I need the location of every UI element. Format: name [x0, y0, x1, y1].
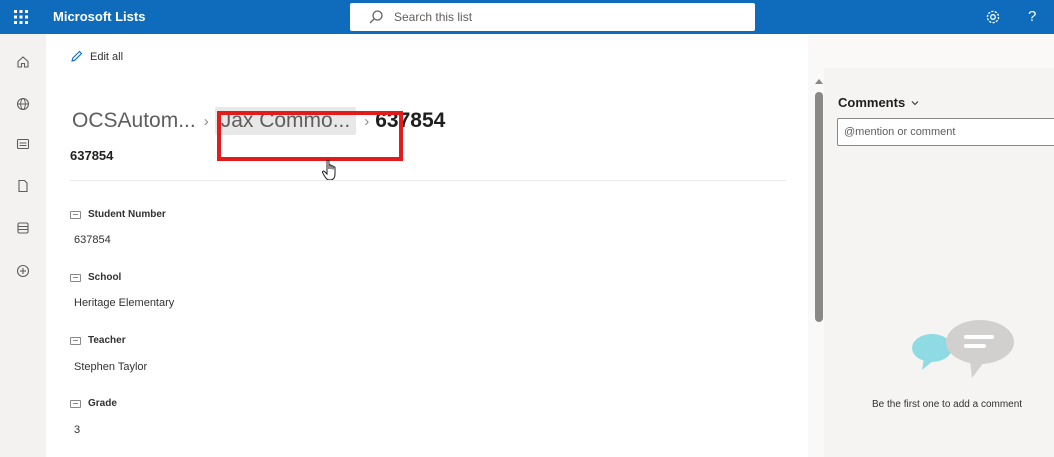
edit-all-button[interactable]: Edit all	[70, 50, 123, 63]
field-value-school[interactable]: Heritage Elementary	[74, 297, 174, 309]
breadcrumb-chevron-icon: ›	[203, 112, 209, 130]
rail-item-home[interactable]	[0, 44, 46, 80]
rail-item-files[interactable]	[0, 168, 46, 204]
home-icon	[17, 56, 29, 68]
field-label-student-number: Student Number	[70, 209, 166, 220]
comments-illustration-icon	[912, 320, 1014, 378]
breadcrumb-item-site[interactable]: OCSAutom...	[72, 109, 196, 133]
highlight-box	[217, 111, 403, 161]
item-details-pane: Edit all OCSAutom... › Jax Commo... › 63…	[46, 34, 808, 457]
comments-header-button[interactable]: Comments	[838, 95, 920, 110]
rail-item-globe[interactable]	[0, 86, 46, 122]
app-launcher-button[interactable]	[0, 0, 42, 34]
field-label-teacher: Teacher	[70, 335, 126, 346]
rail-item-layers[interactable]	[0, 210, 46, 246]
document-icon	[18, 179, 28, 193]
search-icon	[369, 10, 383, 24]
waffle-icon	[14, 10, 28, 24]
chevron-down-icon	[911, 100, 919, 105]
field-value-teacher[interactable]: Stephen Taylor	[74, 361, 147, 373]
text-field-icon	[70, 210, 81, 219]
search-box[interactable]: Search this list	[350, 3, 755, 31]
globe-icon	[16, 97, 30, 111]
text-field-icon	[70, 273, 81, 282]
field-value-grade[interactable]: 3	[74, 424, 80, 436]
comments-empty-message: Be the first one to add a comment	[872, 399, 1023, 410]
field-value-student-number[interactable]: 637854	[74, 234, 111, 246]
settings-gear-icon[interactable]	[985, 9, 1001, 25]
text-field-icon	[70, 336, 81, 345]
search-input[interactable]: Search this list	[394, 10, 472, 24]
scrollbar-thumb[interactable]	[815, 92, 823, 322]
field-label-grade: Grade	[70, 398, 117, 409]
help-button[interactable]: ?	[1028, 0, 1036, 34]
rail-item-lists[interactable]	[0, 126, 46, 162]
add-icon	[16, 264, 30, 278]
rail-item-create[interactable]	[0, 253, 46, 289]
edit-all-label: Edit all	[90, 50, 124, 63]
top-bar: Microsoft Lists Search this list ?	[0, 0, 1054, 34]
comment-input[interactable]: @mention or comment	[837, 118, 1054, 146]
header-divider	[70, 180, 786, 181]
comments-panel: Comments @mention or comment Be the firs…	[824, 68, 1054, 457]
field-label-school: School	[70, 272, 121, 283]
app-title[interactable]: Microsoft Lists	[53, 0, 145, 34]
item-title: 637854	[70, 148, 114, 163]
layers-icon	[17, 222, 29, 234]
lists-icon	[16, 138, 30, 150]
pencil-icon	[71, 50, 83, 62]
comments-header-label: Comments	[838, 95, 906, 110]
text-field-icon	[70, 399, 81, 408]
scroll-up-arrow-icon[interactable]	[815, 79, 823, 84]
left-rail	[0, 34, 46, 457]
